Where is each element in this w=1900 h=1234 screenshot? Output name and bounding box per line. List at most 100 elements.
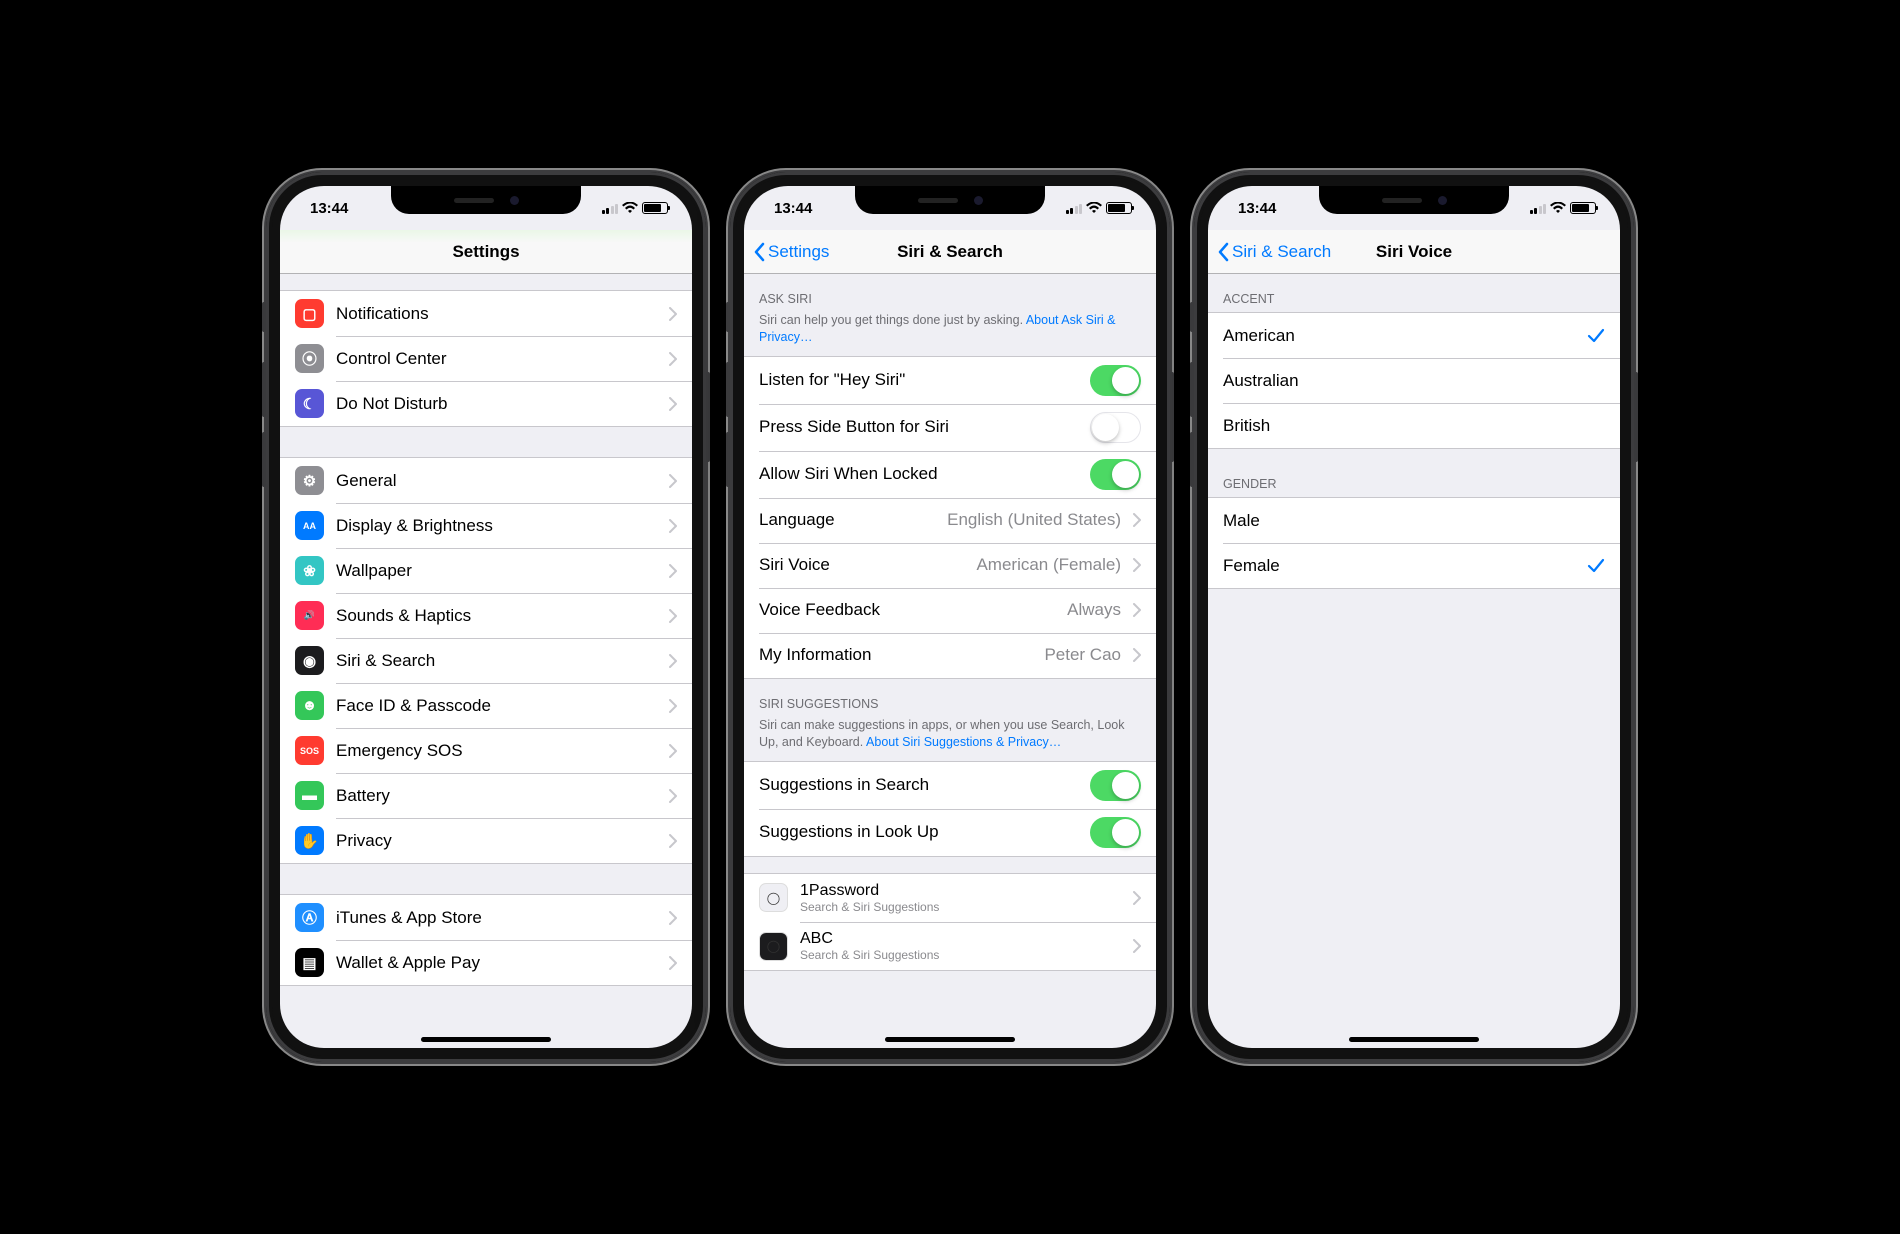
option-row[interactable]: Australian xyxy=(1208,358,1620,403)
content[interactable]: ACCENT AmericanAustralianBritish GENDER … xyxy=(1208,274,1620,1048)
settings-group-general: ⚙GeneralAADisplay & Brightness❀Wallpaper… xyxy=(280,457,692,864)
toggle-switch[interactable] xyxy=(1090,770,1141,801)
chevron-right-icon xyxy=(669,519,677,533)
cell-label: Suggestions in Search xyxy=(759,775,1078,795)
cell-label: British xyxy=(1223,416,1605,436)
ask-siri-list: Listen for "Hey Siri" Press Side Button f… xyxy=(744,356,1156,679)
battery-icon xyxy=(1106,202,1132,214)
settings-row[interactable]: ▢Notifications xyxy=(280,291,692,336)
battery-icon xyxy=(642,202,668,214)
option-row[interactable]: Male xyxy=(1208,498,1620,543)
cell-label: 1Password xyxy=(800,882,1121,900)
home-indicator[interactable] xyxy=(1349,1037,1479,1042)
app-row[interactable]: ◯ABCSearch & Siri Suggestions xyxy=(744,922,1156,970)
chevron-right-icon xyxy=(1133,939,1141,953)
chevron-right-icon xyxy=(669,564,677,578)
chevron-left-icon xyxy=(752,242,766,262)
chevron-right-icon xyxy=(1133,513,1141,527)
section-header-gender: GENDER xyxy=(1208,449,1620,497)
back-button[interactable]: Siri & Search xyxy=(1216,230,1331,273)
cell-label: Battery xyxy=(336,786,657,806)
cellular-signal-icon xyxy=(1066,203,1083,214)
option-row[interactable]: British xyxy=(1208,403,1620,448)
settings-row[interactable]: ⦿ Control Center xyxy=(280,336,692,381)
cell-label: Siri Voice xyxy=(759,555,964,575)
toggle-switch[interactable] xyxy=(1090,365,1141,396)
settings-row[interactable]: ▤Wallet & Apple Pay xyxy=(280,940,692,985)
controlcenter-icon: ⦿ xyxy=(295,344,324,373)
settings-row[interactable]: ✋Privacy xyxy=(280,818,692,863)
siri-suggestions-list: Suggestions in Search Suggestions in Look… xyxy=(744,761,1156,857)
cell-label: Language xyxy=(759,510,935,530)
notch xyxy=(391,186,581,214)
cell-label: Face ID & Passcode xyxy=(336,696,657,716)
appstore-icon: Ⓐ xyxy=(295,903,324,932)
navigation-bar: Settings xyxy=(280,230,692,274)
option-row[interactable]: American xyxy=(1208,313,1620,358)
siri-apps-list: ◯1PasswordSearch & Siri Suggestions◯ABCS… xyxy=(744,873,1156,972)
settings-row[interactable]: ⒶiTunes & App Store xyxy=(280,895,692,940)
battery-icon xyxy=(1570,202,1596,214)
cell-label: Voice Feedback xyxy=(759,600,1055,620)
cell-label: Wallpaper xyxy=(336,561,657,581)
settings-group-store: ⒶiTunes & App Store▤Wallet & Apple Pay xyxy=(280,894,692,986)
toggle-switch[interactable] xyxy=(1090,412,1141,443)
back-button[interactable]: Settings xyxy=(752,230,829,273)
chevron-right-icon xyxy=(669,474,677,488)
cell-label: Listen for "Hey Siri" xyxy=(759,370,1078,390)
section-footer-siri-suggestions: Siri can make suggestions in apps, or wh… xyxy=(744,717,1156,761)
toggle-switch[interactable] xyxy=(1090,817,1141,848)
battery-icon: ▬ xyxy=(295,781,324,810)
notch xyxy=(1319,186,1509,214)
settings-row[interactable]: ❀Wallpaper xyxy=(280,548,692,593)
settings-row[interactable]: ▬ Battery xyxy=(280,773,692,818)
link-row[interactable]: Siri VoiceAmerican (Female) xyxy=(744,543,1156,588)
content[interactable]: ASK SIRI Siri can help you get things do… xyxy=(744,274,1156,1048)
link-row[interactable]: Voice FeedbackAlways xyxy=(744,588,1156,633)
cell-label: Sounds & Haptics xyxy=(336,606,657,626)
chevron-left-icon xyxy=(1216,242,1230,262)
settings-row[interactable]: 🔊 Sounds & Haptics xyxy=(280,593,692,638)
cell-label: Press Side Button for Siri xyxy=(759,417,1078,437)
sounds-icon: 🔊 xyxy=(295,601,324,630)
cell-label: Allow Siri When Locked xyxy=(759,464,1078,484)
page-title: Siri Voice xyxy=(1376,242,1452,262)
back-label: Siri & Search xyxy=(1232,242,1331,262)
chevron-right-icon xyxy=(669,397,677,411)
content[interactable]: ▢Notifications ⦿ Control Center ☾Do Not Dis… xyxy=(280,274,692,1048)
settings-row[interactable]: ☾Do Not Disturb xyxy=(280,381,692,426)
cell-value: Peter Cao xyxy=(1044,645,1121,665)
siri-suggestions-privacy-link[interactable]: About Siri Suggestions & Privacy… xyxy=(866,735,1061,749)
link-row[interactable]: LanguageEnglish (United States) xyxy=(744,498,1156,543)
notch xyxy=(855,186,1045,214)
toggle-row: Suggestions in Search xyxy=(744,762,1156,809)
toggle-row: Allow Siri When Locked xyxy=(744,451,1156,498)
settings-row[interactable]: ⚙General xyxy=(280,458,692,503)
faceid-icon: ☻ xyxy=(295,691,324,720)
checkmark-icon xyxy=(1587,327,1605,345)
settings-group-personal: ▢Notifications ⦿ Control Center ☾Do Not Dis… xyxy=(280,290,692,427)
app-icon: ◯ xyxy=(759,932,788,961)
cell-label: Control Center xyxy=(336,349,657,369)
chevron-right-icon xyxy=(1133,558,1141,572)
settings-row[interactable]: ☻ Face ID & Passcode xyxy=(280,683,692,728)
link-row[interactable]: My InformationPeter Cao xyxy=(744,633,1156,678)
section-header-ask-siri: ASK SIRI xyxy=(744,274,1156,312)
chevron-right-icon xyxy=(669,609,677,623)
page-title: Siri & Search xyxy=(897,242,1003,262)
toggle-row: Suggestions in Look Up xyxy=(744,809,1156,856)
chevron-right-icon xyxy=(669,956,677,970)
app-row[interactable]: ◯1PasswordSearch & Siri Suggestions xyxy=(744,874,1156,922)
sos-icon: SOS xyxy=(295,736,324,765)
home-indicator[interactable] xyxy=(885,1037,1015,1042)
settings-row[interactable]: AADisplay & Brightness xyxy=(280,503,692,548)
status-time: 13:44 xyxy=(1238,200,1276,217)
cell-label: Display & Brightness xyxy=(336,516,657,536)
toggle-switch[interactable] xyxy=(1090,459,1141,490)
home-indicator[interactable] xyxy=(421,1037,551,1042)
settings-row[interactable]: ◉Siri & Search xyxy=(280,638,692,683)
option-row[interactable]: Female xyxy=(1208,543,1620,588)
cell-label: General xyxy=(336,471,657,491)
settings-row[interactable]: SOSEmergency SOS xyxy=(280,728,692,773)
chevron-right-icon xyxy=(669,834,677,848)
